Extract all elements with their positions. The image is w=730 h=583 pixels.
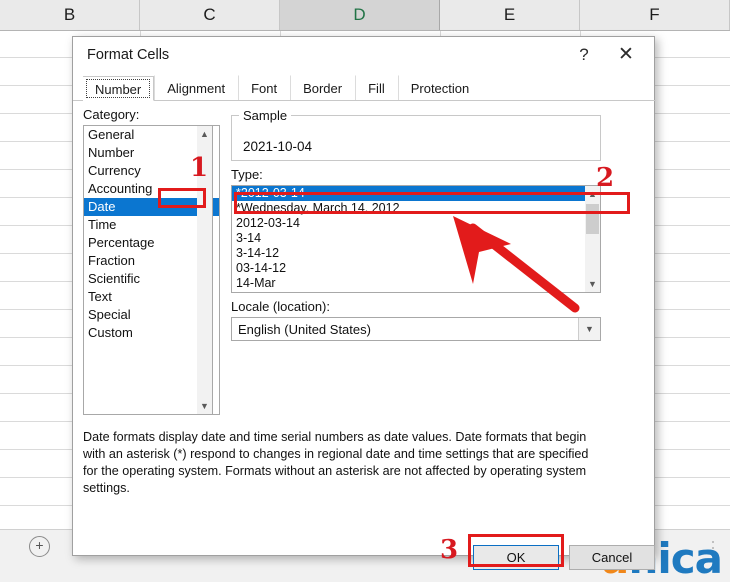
cancel-button[interactable]: Cancel <box>569 545 655 570</box>
tab-protection[interactable]: Protection <box>397 75 483 100</box>
plus-circle-icon[interactable]: + <box>29 536 50 557</box>
annotation-arrow-icon <box>453 216 580 313</box>
locale-selected-value: English (United States) <box>238 322 371 337</box>
dialog-title: Format Cells <box>87 47 170 63</box>
dialog-tabstrip: Number Alignment Font Border Fill Protection <box>73 75 656 101</box>
dialog-body: Category: General Number Currency Accountin… <box>73 101 656 570</box>
annotation-box-category-date <box>158 188 206 208</box>
scroll-up-icon[interactable]: ▲ <box>197 126 212 142</box>
close-icon[interactable]: ✕ <box>610 41 642 69</box>
scroll-down-icon[interactable]: ▼ <box>197 398 212 414</box>
format-description: Date formats display date and time seria… <box>83 430 589 495</box>
dialog-titlebar: Format Cells ? ✕ <box>73 37 654 75</box>
tab-label: Protection <box>410 81 470 96</box>
category-label: Category: <box>83 107 140 122</box>
tab-number[interactable]: Number <box>83 76 155 101</box>
tab-alignment[interactable]: Alignment <box>154 75 238 100</box>
column-header-f[interactable]: F <box>580 0 730 30</box>
locale-label: Locale (location): <box>231 299 330 314</box>
annotation-box-ok-button <box>468 534 564 567</box>
annotation-number-3: 3 <box>440 535 459 565</box>
sample-legend: Sample <box>239 108 292 123</box>
tab-label: Fill <box>368 81 385 96</box>
tab-focus-outline <box>86 79 151 98</box>
column-header-d[interactable]: D <box>280 0 440 30</box>
column-header-b[interactable]: B <box>0 0 140 30</box>
help-icon[interactable]: ? <box>568 41 600 69</box>
tab-border[interactable]: Border <box>290 75 355 100</box>
annotation-number-2: 2 <box>596 163 615 193</box>
tab-fill[interactable]: Fill <box>355 75 398 100</box>
column-header-row: BCDEF <box>0 0 730 31</box>
sample-value: 2021-10-04 <box>243 139 313 154</box>
annotation-number-1: 1 <box>190 153 209 183</box>
column-header-e[interactable]: E <box>440 0 580 30</box>
column-header-c[interactable]: C <box>140 0 280 30</box>
tab-font[interactable]: Font <box>238 75 290 100</box>
type-label: Type: <box>231 167 263 182</box>
tab-label: Font <box>251 81 278 96</box>
tab-label: Border <box>303 81 343 96</box>
tab-label: Alignment <box>167 81 226 96</box>
